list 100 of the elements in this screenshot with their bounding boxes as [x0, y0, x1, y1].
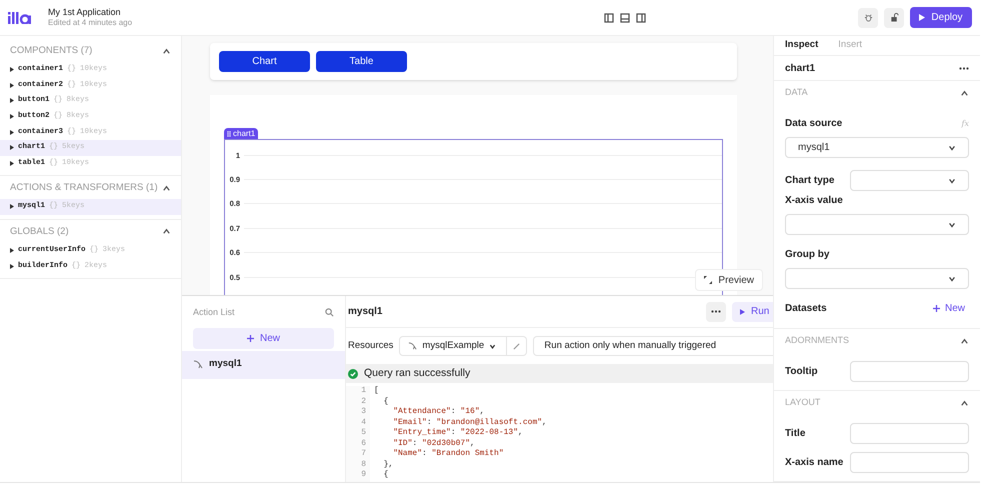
chevron-icon[interactable] [162, 184, 171, 193]
canvas-button[interactable]: Chart [219, 51, 310, 72]
field-label: Title [785, 427, 806, 441]
canvas-button[interactable]: Table [316, 51, 407, 72]
field-label: Datasets [785, 302, 827, 316]
play-icon [919, 14, 926, 21]
line-number: 9 [361, 470, 366, 480]
action-item[interactable]: mysql1 [182, 350, 345, 378]
code-editor[interactable]: 1 2 3 4 5 6 7 8 9 [ { "Attendance": "16", "Email": "brandon@illasoft.com", "Entry_time": "2022-08-13", "ID": "02d30b07", "Name": "Brandon Smith" }, { [346, 383, 773, 482]
chevron-icon [948, 176, 956, 184]
pencil-icon [513, 342, 520, 350]
dolphin-icon [193, 360, 203, 370]
code-line: "Email": "brandon@illasoft.com", [392, 418, 547, 428]
chevron-icon [948, 144, 956, 152]
caret-icon [10, 204, 14, 210]
section-title: DATA [785, 86, 808, 100]
dolphin-icon [408, 342, 418, 350]
section-title: ACTIONS & TRANSFORMERS (1) [10, 181, 158, 196]
resource-select[interactable]: mysqlExample [399, 336, 508, 356]
action-title: mysql1 [348, 305, 382, 319]
line-number: 1 [361, 386, 366, 396]
input-field[interactable] [850, 452, 969, 473]
lock-icon [890, 13, 898, 22]
logo-icon [8, 12, 32, 24]
code-line: "ID": "02d30b07", [392, 438, 476, 449]
lock-button[interactable] [884, 8, 904, 28]
chevron-icon [948, 220, 956, 228]
new-dataset-button[interactable]: New [932, 301, 969, 316]
resources-label: Resources [348, 338, 394, 353]
deploy-button[interactable]: Deploy [910, 7, 972, 28]
field-label: Tooltip [785, 365, 818, 379]
trigger-select[interactable]: Run action only when manually triggered [533, 336, 773, 356]
more-button[interactable] [959, 66, 969, 70]
panel-tab[interactable]: Inspect [785, 38, 818, 53]
preview-button[interactable]: Preview [695, 269, 763, 291]
caret-icon [10, 98, 14, 104]
field-label: Group by [785, 248, 830, 262]
chevron-icon[interactable] [960, 88, 969, 98]
chevron-icon [489, 342, 496, 350]
chevron-icon[interactable] [960, 398, 969, 408]
more-button[interactable] [706, 302, 726, 322]
plus-icon [246, 334, 254, 342]
app-name: My 1st Application [48, 6, 122, 18]
field-label: Data source [785, 117, 842, 131]
code-line: }, [382, 460, 394, 470]
code-line: { [382, 396, 390, 407]
section-title: COMPONENTS (7) [10, 44, 92, 58]
caret-icon [10, 145, 14, 150]
line-number: 5 [361, 428, 366, 438]
field-label: X-axis name [785, 456, 844, 470]
code-line: "Entry_time": "2022-08-13", [392, 428, 524, 438]
caret-icon [10, 264, 14, 269]
line-number: 7 [361, 449, 366, 460]
section-title: LAYOUT [785, 396, 820, 410]
layout-toggle-icon[interactable] [636, 12, 646, 22]
caret-icon [10, 160, 14, 166]
caret-icon [10, 248, 14, 254]
line-number: 3 [361, 407, 366, 418]
line-number: 6 [361, 438, 366, 449]
caret-icon [10, 67, 14, 72]
caret-icon [10, 82, 14, 88]
select-field[interactable]: mysql1 [785, 137, 969, 158]
status-message: Query ran successfully [364, 366, 470, 381]
code-line: "Attendance": "16", [392, 407, 486, 418]
field-label: Chart type [785, 174, 834, 188]
drag-handle-icon [227, 130, 231, 136]
component-name: chart1 [785, 62, 816, 76]
select-field[interactable] [785, 214, 969, 235]
edited-time: Edited at 4 minutes ago [48, 18, 132, 28]
code-line: "Name": "Brandon Smith" [392, 449, 505, 460]
chevron-icon[interactable] [162, 46, 171, 56]
check-circle-icon [348, 368, 358, 378]
action-list-title: Action List [193, 306, 235, 319]
input-field[interactable] [850, 361, 969, 382]
field-label: X-axis value [785, 194, 843, 208]
chart-tag: chart1 [224, 128, 258, 139]
play-icon [740, 308, 745, 314]
chevron-icon [948, 274, 956, 282]
debug-button[interactable] [858, 8, 878, 28]
line-number: 4 [361, 418, 366, 428]
more-icon [959, 66, 969, 70]
chevron-icon[interactable] [162, 227, 171, 236]
input-field[interactable] [850, 423, 969, 444]
caret-icon [10, 130, 14, 135]
expand-icon [704, 276, 712, 284]
code-line: { [382, 470, 390, 480]
new-action-button[interactable]: New [193, 328, 334, 348]
caret-icon [10, 114, 14, 120]
search-icon[interactable] [325, 308, 334, 318]
line-number: 2 [361, 396, 366, 407]
select-field[interactable] [785, 268, 969, 289]
layout-toggle-icon[interactable] [620, 12, 630, 22]
line-number: 8 [361, 460, 366, 470]
select-field[interactable] [850, 170, 969, 191]
more-icon [711, 310, 721, 313]
chevron-icon[interactable] [960, 336, 969, 346]
code-line: [ [374, 386, 380, 396]
layout-toggle-icon[interactable] [604, 12, 614, 22]
run-button[interactable]: Run [732, 302, 773, 322]
section-title: ADORNMENTS [785, 334, 850, 348]
